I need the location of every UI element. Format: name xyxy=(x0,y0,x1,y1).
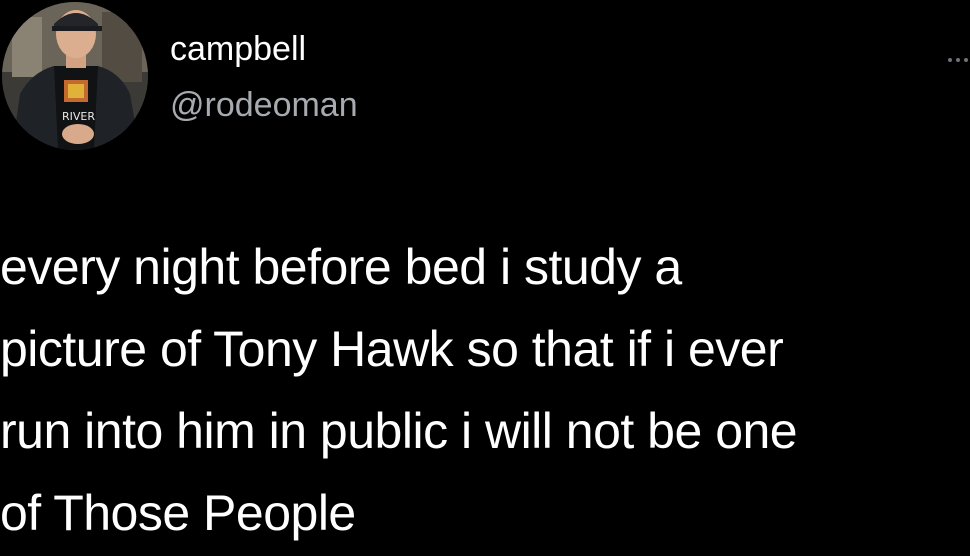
tweet-text-line: every night before bed i study a xyxy=(0,239,682,295)
more-options-dot xyxy=(956,58,960,62)
tweet-text-line: picture of Tony Hawk so that if i ever xyxy=(0,321,784,377)
author-handle[interactable]: @rodeoman xyxy=(170,86,358,125)
tweet-card: RIVER campbell @rodeoman every night bef… xyxy=(0,0,970,556)
tweet-text-line: of Those People xyxy=(0,485,356,541)
avatar-shirt-text: RIVER xyxy=(62,110,95,123)
more-options-dot xyxy=(948,58,952,62)
tweet-text: every night before bed i study a picture… xyxy=(0,226,966,554)
tweet-text-line: run into him in public i will not be one xyxy=(0,403,798,459)
author-display-name[interactable]: campbell xyxy=(170,30,306,69)
avatar-photo: RIVER xyxy=(2,2,148,150)
more-options-icon[interactable] xyxy=(946,48,970,72)
more-options-dot xyxy=(964,58,968,62)
avatar[interactable]: RIVER xyxy=(2,2,148,150)
